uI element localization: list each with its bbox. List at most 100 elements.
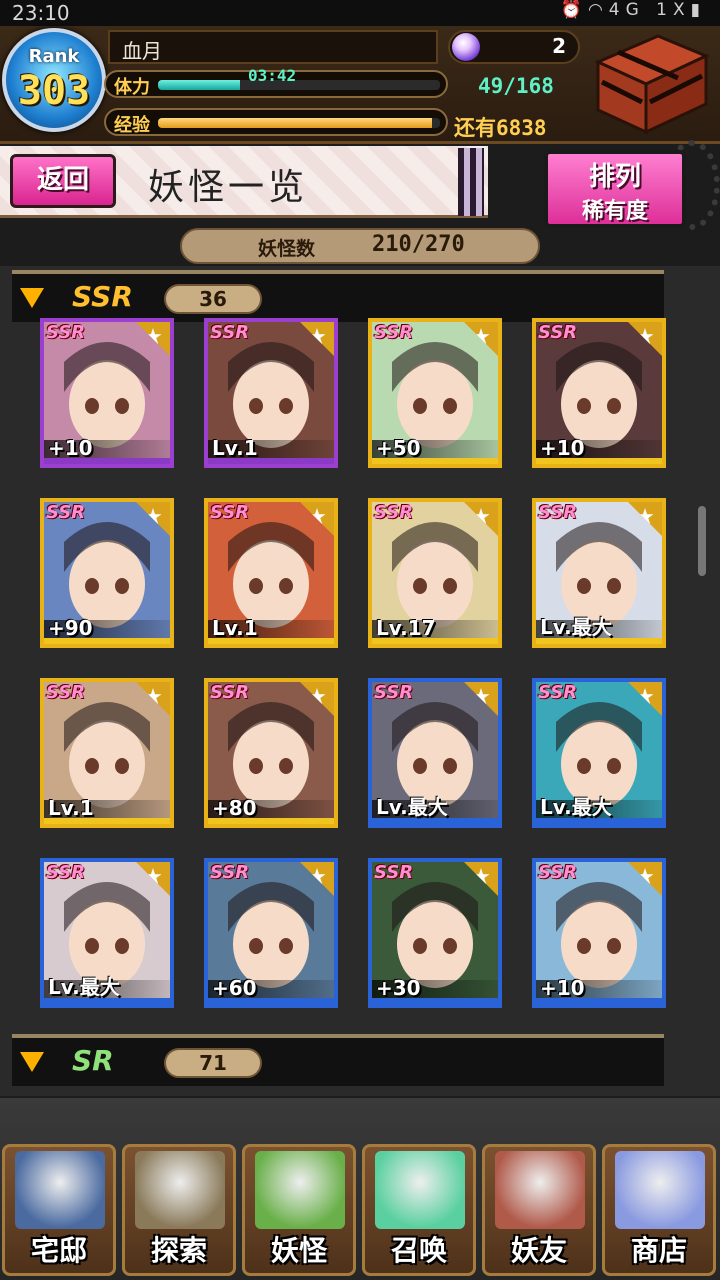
monster-card[interactable]: SSR ★ +30 xyxy=(368,858,502,1008)
monster-card[interactable]: SSR ★ +90 xyxy=(40,498,174,648)
rank-value: 303 xyxy=(17,68,91,114)
exp-fill xyxy=(158,118,432,128)
card-level: +80 xyxy=(212,796,257,820)
scrollbar[interactable] xyxy=(698,506,706,576)
card-level: Lv.最大 xyxy=(540,615,612,639)
bottom-nav: 宅邸 探索 妖怪 召唤 妖友 商店 xyxy=(0,1098,720,1280)
rarity-tag: SSR xyxy=(374,322,414,343)
card-level: +30 xyxy=(376,976,421,1000)
card-level: +60 xyxy=(212,976,257,1000)
monster-count-bar: 妖怪数 210/270 xyxy=(180,228,540,264)
scroll-icon xyxy=(255,1151,345,1229)
battery-icon: ▮ xyxy=(690,0,706,20)
mansion-icon xyxy=(15,1151,105,1229)
magnifier-map-icon xyxy=(135,1151,225,1229)
monster-card[interactable]: SSR ★ Lv.17 xyxy=(368,498,502,648)
rarity-tag: SSR xyxy=(46,862,86,883)
player-name: 血月 xyxy=(108,30,438,64)
nav-label: 妖怪 xyxy=(270,1234,327,1267)
sort-mode: 稀有度 xyxy=(581,199,648,224)
card-level: +10 xyxy=(540,436,585,460)
title-decoration xyxy=(458,148,484,216)
nav-item[interactable]: 妖友 xyxy=(482,1144,596,1276)
status-icons: ⏰◠4G 1X▮ xyxy=(561,0,706,20)
clock: 23:10 xyxy=(12,1,70,25)
nav-label: 召唤 xyxy=(390,1234,447,1267)
sort-label: 排列 xyxy=(588,162,641,192)
nav-label: 商店 xyxy=(630,1234,687,1267)
monster-card[interactable]: SSR ★ Lv.最大 xyxy=(532,498,666,648)
rarity-tag: SSR xyxy=(538,862,578,883)
card-level: Lv.17 xyxy=(376,616,436,640)
alarm-icon: ⏰ xyxy=(560,0,588,20)
network-text: 4G 1X xyxy=(608,0,691,20)
monster-card[interactable]: SSR ★ Lv.1 xyxy=(40,678,174,828)
nav-label: 宅邸 xyxy=(30,1234,87,1267)
rarity-logo: SR xyxy=(72,1044,114,1077)
monster-card[interactable]: SSR ★ +50 xyxy=(368,318,502,468)
card-level: Lv.最大 xyxy=(48,975,120,999)
rank-label: Rank xyxy=(28,46,80,67)
card-level: Lv.最大 xyxy=(376,795,448,819)
nav-item[interactable]: 召唤 xyxy=(362,1144,476,1276)
monster-card[interactable]: SSR ★ +10 xyxy=(532,318,666,468)
card-level: Lv.最大 xyxy=(540,795,612,819)
section-header-sr[interactable]: SR 71 xyxy=(12,1034,664,1086)
rarity-tag: SSR xyxy=(46,502,86,523)
page-title: 妖怪一览 xyxy=(148,167,309,208)
monster-card[interactable]: SSR ★ Lv.最大 xyxy=(40,858,174,1008)
gem-counter[interactable]: 2 xyxy=(448,30,580,64)
rarity-tag: SSR xyxy=(538,682,578,703)
rarity-tag: SSR xyxy=(538,322,578,343)
rarity-tag: SSR xyxy=(210,322,250,343)
monster-list[interactable]: SSR 36 SSR ★ +10 SSR ★ Lv.1 SSR ★ +50 SSR ★ +10 SSR ★… xyxy=(0,266,720,1096)
rarity-tag: SSR xyxy=(210,682,250,703)
exp-bar: 经验 xyxy=(104,108,448,136)
wifi-icon: ◠ xyxy=(587,0,609,20)
nav-item[interactable]: 探索 xyxy=(122,1144,236,1276)
collapse-arrow-icon[interactable] xyxy=(20,288,44,308)
rarity-tag: SSR xyxy=(46,682,86,703)
nav-item[interactable]: 妖怪 xyxy=(242,1144,356,1276)
nav-item[interactable]: 宅邸 xyxy=(2,1144,116,1276)
back-button[interactable]: 返回 xyxy=(10,154,116,208)
card-level: +90 xyxy=(48,616,93,640)
monster-card[interactable]: SSR ★ +80 xyxy=(204,678,338,828)
rarity-tag: SSR xyxy=(46,322,86,343)
monster-card[interactable]: SSR ★ +60 xyxy=(204,858,338,1008)
rarity-tag: SSR xyxy=(374,682,414,703)
crystal-orb-icon xyxy=(615,1151,705,1229)
card-level: +50 xyxy=(376,436,421,460)
rarity-tag: SSR xyxy=(538,502,578,523)
sort-button[interactable]: 排列 稀有度 xyxy=(544,150,686,228)
rarity-count: 36 xyxy=(164,284,262,314)
catgirl-friend-icon xyxy=(495,1151,585,1229)
rarity-tag: SSR xyxy=(374,502,414,523)
stamina-fill xyxy=(158,80,240,90)
rarity-tag: SSR xyxy=(210,502,250,523)
exp-label: 经验 xyxy=(114,115,150,136)
gem-icon xyxy=(452,33,480,61)
stamina-timer: 03:42 xyxy=(248,66,297,85)
rarity-tag: SSR xyxy=(374,862,414,883)
player-header: Rank 303 血月 2 体力 03:42 49/168 经验 还有6838 xyxy=(0,26,720,144)
monster-card[interactable]: SSR ★ Lv.1 xyxy=(204,498,338,648)
pentagram-icon xyxy=(375,1151,465,1229)
stamina-value: 49/168 xyxy=(478,74,554,98)
monster-card[interactable]: SSR ★ Lv.最大 xyxy=(368,678,502,828)
monster-card[interactable]: SSR ★ +10 xyxy=(40,318,174,468)
card-level: +10 xyxy=(48,436,93,460)
monster-card[interactable]: SSR ★ Lv.最大 xyxy=(532,678,666,828)
monster-card[interactable]: SSR ★ Lv.1 xyxy=(204,318,338,468)
nav-item[interactable]: 商店 xyxy=(602,1144,716,1276)
nav-label: 妖友 xyxy=(510,1234,567,1267)
rarity-logo: SSR xyxy=(72,280,133,313)
collapse-arrow-icon[interactable] xyxy=(20,1052,44,1072)
monster-card[interactable]: SSR ★ +10 xyxy=(532,858,666,1008)
treasure-chest-icon[interactable] xyxy=(588,32,712,136)
card-level: Lv.1 xyxy=(48,796,94,820)
rank-badge[interactable]: Rank 303 xyxy=(2,28,106,132)
card-level: Lv.1 xyxy=(212,616,258,640)
section-header-ssr[interactable]: SSR 36 xyxy=(12,270,664,322)
card-level: Lv.1 xyxy=(212,436,258,460)
